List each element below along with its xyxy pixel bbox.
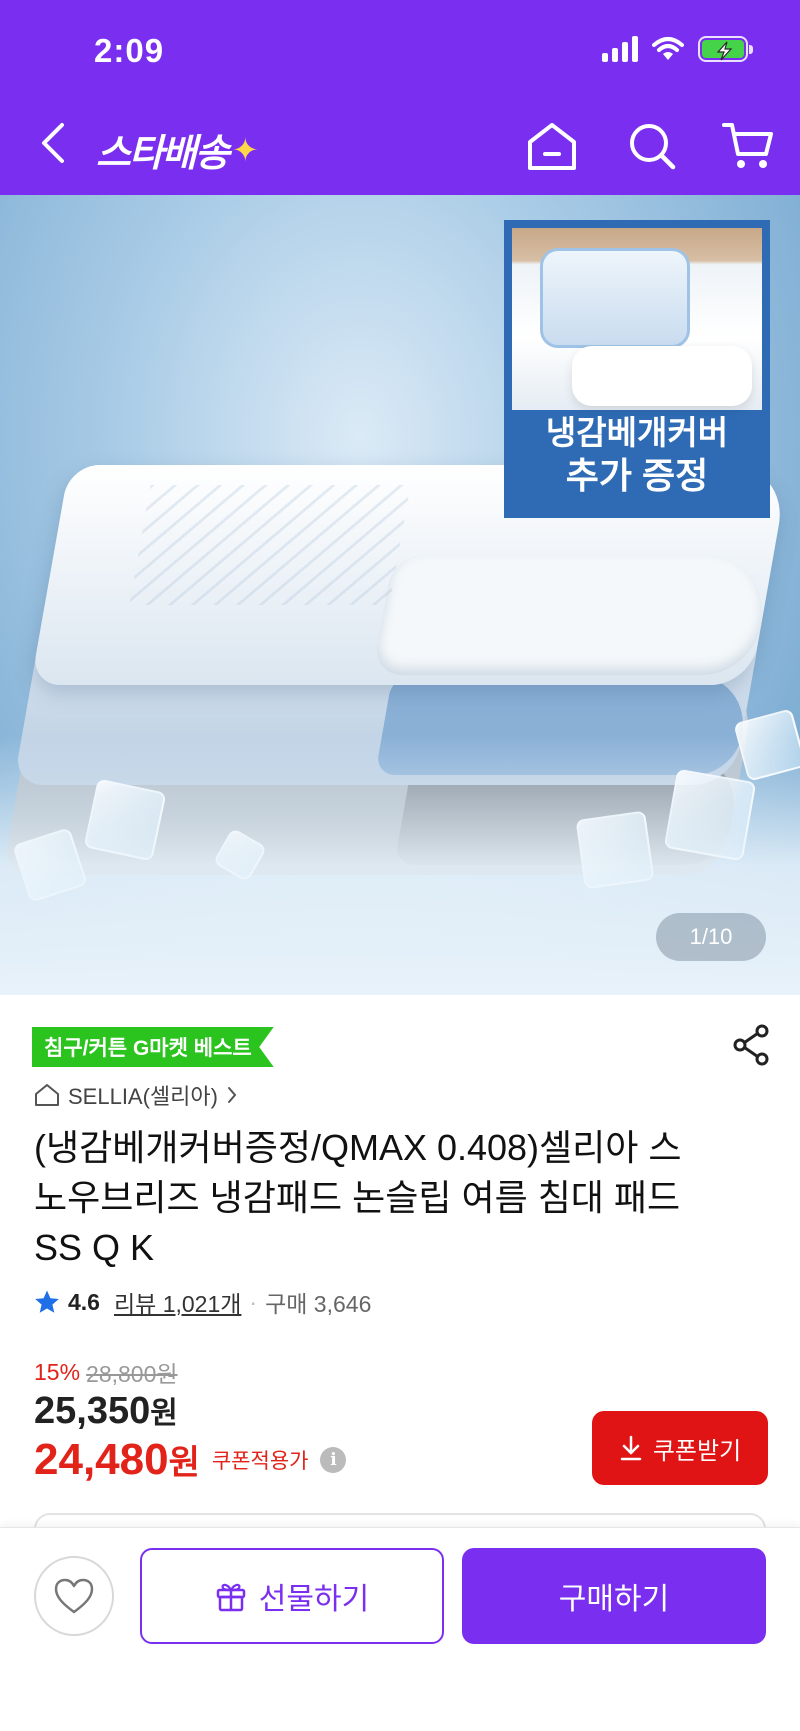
store-name: SELLIA(셀리아) — [68, 1084, 218, 1109]
discount-row: 15% 28,800원 — [34, 1355, 178, 1389]
store-home-icon — [35, 1084, 59, 1106]
brand-logo[interactable]: 스타배송 ✦ — [96, 122, 259, 177]
coupon-price: 24,480원 — [34, 1435, 200, 1485]
coupon-price-value: 24,480 — [34, 1435, 169, 1484]
status-icons — [602, 36, 753, 62]
sale-price-value: 25,350 — [34, 1390, 151, 1432]
image-page-counter: 1/10 — [656, 913, 766, 961]
review-count-link[interactable]: 리뷰 1,021개 — [114, 1285, 241, 1319]
get-coupon-button[interactable]: 쿠폰받기 — [592, 1411, 768, 1485]
original-price: 28,800원 — [86, 1361, 178, 1387]
signal-icon — [602, 36, 638, 62]
search-button[interactable] — [622, 116, 682, 176]
bonus-gift-line2: 추가 증정 — [565, 455, 709, 497]
wishlist-button[interactable] — [34, 1556, 114, 1636]
product-title: (냉감베개커버증정/QMAX 0.408)셀리아 스노우브리즈 냉감패드 논슬립… — [34, 1127, 682, 1268]
status-time: 2:09 — [94, 32, 165, 69]
product-image-carousel[interactable]: 냉감베개커버 추가 증정 1/10 — [0, 195, 800, 995]
coupon-price-unit: 원 — [168, 1444, 200, 1482]
bottom-action-bar: 선물하기 구매하기 — [0, 1527, 800, 1731]
home-button[interactable] — [522, 116, 582, 176]
gift-icon — [216, 1583, 246, 1612]
cart-icon — [722, 123, 773, 168]
sale-price-unit: 원 — [150, 1397, 178, 1430]
discount-rate: 15% — [34, 1358, 81, 1385]
sparkle-icon: ✦ — [231, 131, 259, 168]
bonus-gift-text: 냉감베개커버 추가 증정 — [508, 412, 766, 498]
brand-text: 스타배송 — [96, 133, 230, 175]
buy-button[interactable]: 구매하기 — [462, 1548, 766, 1644]
bonus-gift-inset: 냉감베개커버 추가 증정 — [504, 220, 770, 518]
star-icon — [35, 1290, 59, 1313]
get-coupon-label: 쿠폰받기 — [652, 1437, 742, 1465]
heart-icon — [54, 1578, 94, 1614]
store-link[interactable]: SELLIA(셀리아) — [34, 1077, 238, 1113]
cart-button[interactable] — [718, 116, 778, 176]
coupon-price-row: 24,480원 쿠폰적용가 i — [34, 1435, 347, 1485]
battery-charging-icon — [698, 36, 753, 62]
coupon-price-label: 쿠폰적용가 — [211, 1450, 309, 1473]
pillow-cover-photo — [512, 228, 762, 410]
nav-row: 스타배송 ✦ — [0, 110, 800, 180]
quilt-pattern — [129, 485, 411, 605]
rating-score: 4.6 — [68, 1288, 100, 1315]
back-button[interactable] — [28, 118, 78, 168]
share-icon — [733, 1024, 769, 1066]
share-button[interactable] — [726, 1017, 776, 1073]
chevron-right-icon — [227, 1087, 237, 1103]
chevron-left-icon — [42, 123, 64, 163]
separator-dot: · — [249, 1288, 258, 1315]
top-app-bar: 2:09 스타배송 ✦ — [0, 0, 800, 195]
bonus-gift-line1: 냉감베개커버 — [545, 414, 729, 451]
info-icon[interactable]: i — [320, 1447, 347, 1473]
purchase-count: 구매 3,646 — [265, 1291, 372, 1317]
download-icon — [620, 1435, 642, 1461]
sale-price: 25,350원 — [34, 1388, 178, 1433]
wifi-icon — [652, 37, 684, 60]
rating-row: 4.6 리뷰 1,021개 · 구매 3,646 — [34, 1285, 371, 1319]
search-icon — [630, 124, 676, 170]
gift-button-label: 선물하기 — [258, 1583, 370, 1616]
gift-button[interactable]: 선물하기 — [140, 1548, 444, 1644]
home-icon — [528, 123, 576, 170]
best-seller-badge: 침구/커튼 G마켓 베스트 — [32, 1027, 274, 1067]
